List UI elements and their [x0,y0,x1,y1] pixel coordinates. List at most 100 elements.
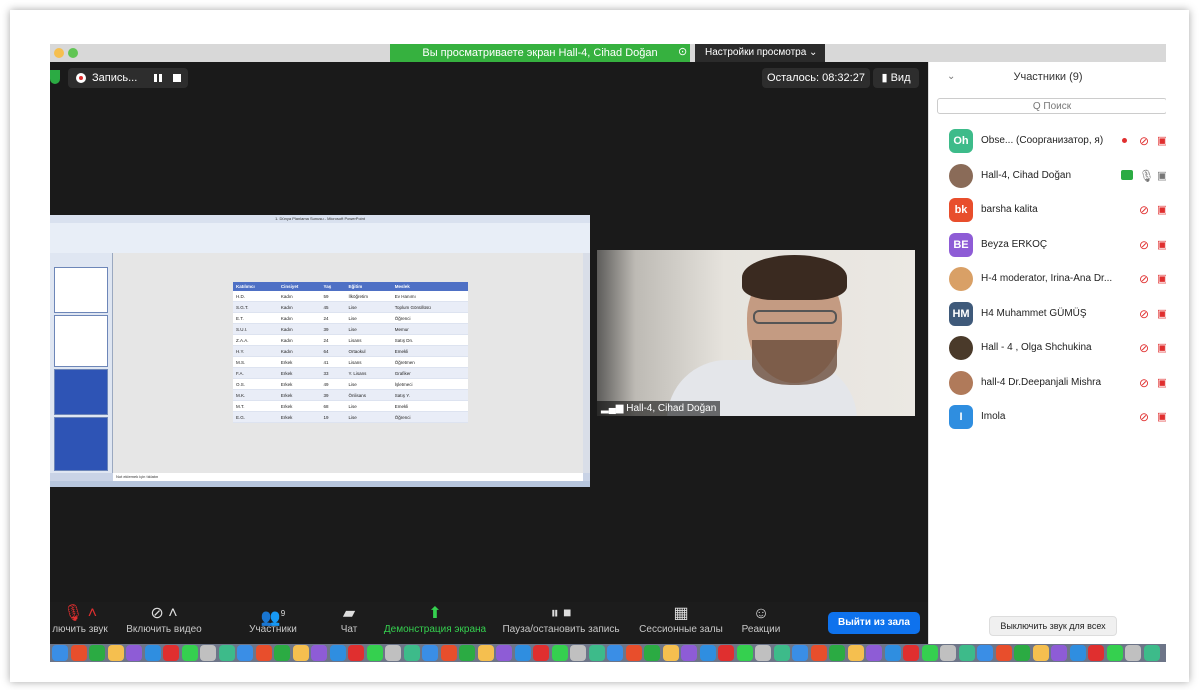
security-shield-icon[interactable] [50,70,60,84]
dock-app-icon[interactable] [237,645,253,661]
mute-button[interactable]: 🎙︎ ˄ лючить звук [50,604,110,635]
shared-screen: 1. Dünya Planlama Sunusu - Microsoft Pow… [50,215,590,487]
camera-on-icon [1121,169,1133,180]
dock-app-icon[interactable] [681,645,697,661]
dock-app-icon[interactable] [866,645,882,661]
dock-app-icon[interactable] [107,645,124,661]
dock-app-icon[interactable] [644,645,660,661]
dock-app-icon[interactable] [366,645,383,661]
dock-app-icon[interactable] [70,645,87,661]
participant-row[interactable]: Hall-4, Cihad Doğan 🎙︎ ▣ [929,159,1166,194]
avatar: BE [949,232,973,257]
participant-row[interactable]: H-4 moderator, Irina-Ana Dr... ⊘ ▣ [929,262,1166,297]
pause-recording-icon[interactable] [154,74,162,82]
dock-app-icon[interactable] [903,645,919,661]
dock-app-icon[interactable] [995,645,1012,661]
dock-app-icon[interactable] [89,645,105,661]
dock-app-icon[interactable] [940,645,956,661]
dock-app-icon[interactable] [144,645,161,661]
dock-app-icon[interactable] [847,645,864,661]
participant-row[interactable]: Hall - 4 , Olga Shchukina ⊘ ▣ [929,331,1166,366]
mute-all-button[interactable]: Выключить звук для всех [989,616,1117,636]
participants-button[interactable]: 👥9 Участники [238,604,308,635]
participant-row[interactable]: hall-4 Dr.Deepanjali Mishra ⊘ ▣ [929,366,1166,401]
dock-app-icon[interactable] [292,645,309,661]
view-options-button[interactable]: Настройки просмотра ⌄ [695,44,825,62]
dock-app-icon[interactable] [551,645,568,661]
share-screen-button[interactable]: ⬆ Демонстрация экрана [378,604,492,635]
dock-app-icon[interactable] [459,645,475,661]
participant-row[interactable]: HM H4 Muhammet GÜMÜŞ ⊘ ▣ [929,297,1166,332]
dock-app-icon[interactable] [200,645,216,661]
pause-record-button[interactable]: ⏸ ⏹ Пауза/остановить запись [496,604,626,635]
dock-app-icon[interactable] [422,645,438,661]
dock-app-icon[interactable] [218,645,235,661]
participant-row[interactable]: bk barsha kalita ⊘ ▣ [929,193,1166,228]
participant-row[interactable]: BE Beyza ERKOÇ ⊘ ▣ [929,228,1166,263]
dock-app-icon[interactable] [1106,645,1123,661]
dock-app-icon[interactable] [329,645,346,661]
pause-record-label: Пауза/остановить запись [502,624,620,635]
video-off-icon: ⊘ ˄ [150,605,178,622]
dock-app-icon[interactable] [625,645,642,661]
dock-app-icon[interactable] [829,645,845,661]
dock-app-icon[interactable] [477,645,494,661]
dock-app-icon[interactable] [792,645,808,661]
participant-list: Oh Obse... (Соорганизатор, я) ⊘ ▣ Hall-4, Ci… [929,124,1166,435]
minimize-dot[interactable] [54,48,64,58]
dock-app-icon[interactable] [588,645,605,661]
table-cell: Lise [345,312,392,324]
dock-app-icon[interactable] [126,645,142,661]
chat-button[interactable]: ▰ Чат [332,604,366,635]
dock-app-icon[interactable] [274,645,290,661]
chevron-down-icon[interactable]: ⌄ [947,62,955,92]
dock-app-icon[interactable] [699,645,716,661]
dock-app-icon[interactable] [921,645,938,661]
video-tile[interactable]: ▂▄▆ Hall-4, Cihad Doğan [597,250,915,416]
dock-app-icon[interactable] [773,645,790,661]
dock-app-icon[interactable] [1088,645,1104,661]
dock-app-icon[interactable] [1032,645,1049,661]
dock-app-icon[interactable] [163,645,179,661]
dock-app-icon[interactable] [52,645,68,661]
dock-app-icon[interactable] [514,645,531,661]
dock-app-icon[interactable] [662,645,679,661]
dock-app-icon[interactable] [607,645,623,661]
breakout-rooms-button[interactable]: ▦ Сессионные залы [636,604,726,635]
dock-app-icon[interactable] [810,645,827,661]
dock-app-icon[interactable] [385,645,401,661]
video-off-icon: ▣ [1157,411,1166,423]
leave-room-button[interactable]: Выйти из зала [828,612,920,634]
dock-app-icon[interactable] [1051,645,1067,661]
dock-app-icon[interactable] [718,645,734,661]
view-button[interactable]: ▮ Вид [873,68,919,88]
dock-app-icon[interactable] [348,645,364,661]
dock-app-icon[interactable] [403,645,420,661]
stop-recording-icon[interactable] [173,74,181,82]
participant-row[interactable]: I Imola ⊘ ▣ [929,400,1166,435]
dock-app-icon[interactable] [255,645,272,661]
dock-app-icon[interactable] [1014,645,1030,661]
dock-app-icon[interactable] [884,645,901,661]
dock-app-icon[interactable] [1143,645,1160,661]
dock-app-icon[interactable] [533,645,549,661]
reactions-button[interactable]: ☺ Реакции [736,604,786,635]
table-cell: İlköğretim [345,291,392,302]
video-person-hair [742,255,847,300]
participant-search-input[interactable]: Q Поиск [937,98,1166,114]
dock-app-icon[interactable] [1125,645,1141,661]
video-button[interactable]: ⊘ ˄ Включить видео [116,604,212,635]
dock-app-icon[interactable] [570,645,586,661]
dock-app-icon[interactable] [977,645,993,661]
dock-app-icon[interactable] [440,645,457,661]
window-titlebar: Вы просматриваете экран Hall-4, Cihad Do… [50,44,1166,62]
dock-app-icon[interactable] [181,645,198,661]
participant-row[interactable]: Oh Obse... (Соорганизатор, я) ⊘ ▣ [929,124,1166,159]
dock-app-icon[interactable] [755,645,771,661]
dock-app-icon[interactable] [496,645,512,661]
dock-app-icon[interactable] [1069,645,1086,661]
dock-app-icon[interactable] [311,645,327,661]
dock-app-icon[interactable] [736,645,753,661]
maximize-dot[interactable] [68,48,78,58]
dock-app-icon[interactable] [958,645,975,661]
